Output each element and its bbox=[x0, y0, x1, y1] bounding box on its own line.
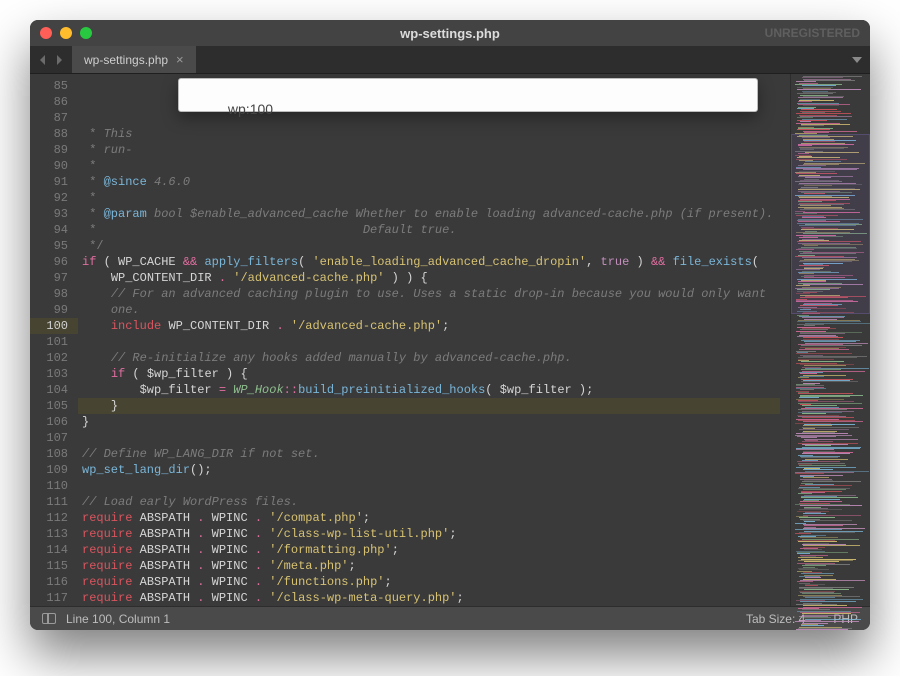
code-area[interactable]: wp:100 * This * run- * * @since 4.6.0 * … bbox=[78, 74, 790, 606]
line-number[interactable]: 116 bbox=[30, 574, 68, 590]
code-line[interactable]: // Load early WordPress files. bbox=[82, 494, 780, 510]
line-number[interactable]: 99 bbox=[30, 302, 68, 318]
line-number[interactable]: 110 bbox=[30, 478, 68, 494]
line-number[interactable]: 85 bbox=[30, 78, 68, 94]
line-number[interactable]: 90 bbox=[30, 158, 68, 174]
close-tab-icon[interactable]: × bbox=[176, 52, 184, 67]
code-line[interactable]: require ABSPATH . WPINC . '/class-wp-lis… bbox=[82, 526, 780, 542]
line-number[interactable]: 104 bbox=[30, 382, 68, 398]
tab-overflow-button[interactable] bbox=[844, 46, 870, 73]
code-line[interactable]: * @since 4.6.0 bbox=[82, 174, 780, 190]
line-number[interactable]: 88 bbox=[30, 126, 68, 142]
line-number[interactable]: 98 bbox=[30, 286, 68, 302]
status-tab-size[interactable]: Tab Size: 4 bbox=[746, 612, 805, 626]
line-number[interactable]: 107 bbox=[30, 430, 68, 446]
line-number[interactable]: 93 bbox=[30, 206, 68, 222]
code-line[interactable]: include WP_CONTENT_DIR . '/advanced-cach… bbox=[82, 318, 780, 334]
code-line[interactable]: * Default true. bbox=[82, 222, 780, 238]
line-number[interactable]: 115 bbox=[30, 558, 68, 574]
code-line[interactable]: * bbox=[82, 158, 780, 174]
window-title: wp-settings.php bbox=[30, 26, 870, 41]
code-line[interactable]: if ( $wp_filter ) { bbox=[82, 366, 780, 382]
goto-input[interactable]: wp:100 bbox=[178, 78, 758, 112]
code-line[interactable]: * @param bool $enable_advanced_cache Whe… bbox=[82, 206, 780, 222]
nav-back-button[interactable] bbox=[36, 53, 50, 67]
line-number[interactable]: 100 bbox=[30, 318, 78, 334]
nav-buttons bbox=[30, 46, 72, 73]
code-line[interactable]: // For an advanced caching plugin to use… bbox=[82, 286, 780, 302]
code-line[interactable]: * This bbox=[82, 126, 780, 142]
line-number[interactable]: 109 bbox=[30, 462, 68, 478]
tab-label: wp-settings.php bbox=[84, 53, 168, 67]
line-number[interactable]: 113 bbox=[30, 526, 68, 542]
code-line[interactable]: // Re-initialize any hooks added manuall… bbox=[82, 350, 780, 366]
code-line[interactable]: * bbox=[82, 190, 780, 206]
line-number[interactable]: 96 bbox=[30, 254, 68, 270]
code-line[interactable]: WP_CONTENT_DIR . '/advanced-cache.php' )… bbox=[82, 270, 780, 286]
line-number[interactable]: 95 bbox=[30, 238, 68, 254]
code-line[interactable]: $wp_filter = WP_Hook::build_preinitializ… bbox=[82, 382, 780, 398]
line-number[interactable]: 102 bbox=[30, 350, 68, 366]
line-number[interactable]: 92 bbox=[30, 190, 68, 206]
line-number[interactable]: 94 bbox=[30, 222, 68, 238]
code-line[interactable]: one. bbox=[82, 302, 780, 318]
line-number[interactable]: 112 bbox=[30, 510, 68, 526]
line-number[interactable]: 106 bbox=[30, 414, 68, 430]
code-line[interactable]: require ABSPATH . WPINC . '/compat.php'; bbox=[82, 510, 780, 526]
minimap[interactable] bbox=[790, 74, 870, 606]
code-line[interactable]: require ABSPATH . WPINC . '/functions.ph… bbox=[82, 574, 780, 590]
line-number-gutter[interactable]: 8586878889909192939495969798991001011021… bbox=[30, 74, 78, 606]
line-number[interactable]: 97 bbox=[30, 270, 68, 286]
code-line[interactable]: } bbox=[82, 414, 780, 430]
code-line[interactable]: require ABSPATH . WPINC . '/meta.php'; bbox=[82, 558, 780, 574]
line-number[interactable]: 105 bbox=[30, 398, 68, 414]
tab-wp-settings[interactable]: wp-settings.php × bbox=[72, 46, 197, 73]
code-line[interactable] bbox=[82, 478, 780, 494]
line-number[interactable]: 114 bbox=[30, 542, 68, 558]
line-number[interactable]: 117 bbox=[30, 590, 68, 606]
line-number[interactable]: 91 bbox=[30, 174, 68, 190]
code-line[interactable]: if ( WP_CACHE && apply_filters( 'enable_… bbox=[82, 254, 780, 270]
minimap-viewport[interactable] bbox=[791, 134, 870, 314]
line-number[interactable]: 103 bbox=[30, 366, 68, 382]
line-number[interactable]: 101 bbox=[30, 334, 68, 350]
editor-main: 8586878889909192939495969798991001011021… bbox=[30, 74, 870, 606]
panel-toggle-icon[interactable] bbox=[42, 613, 56, 624]
code-line[interactable]: * run- bbox=[82, 142, 780, 158]
code-line[interactable] bbox=[82, 334, 780, 350]
titlebar: wp-settings.php UNREGISTERED bbox=[30, 20, 870, 46]
status-bar: Line 100, Column 1 Tab Size: 4 PHP bbox=[30, 606, 870, 630]
line-number[interactable]: 89 bbox=[30, 142, 68, 158]
code-line[interactable]: require ABSPATH . WPINC . '/class-wp-met… bbox=[82, 590, 780, 606]
line-number[interactable]: 87 bbox=[30, 110, 68, 126]
nav-forward-button[interactable] bbox=[52, 53, 66, 67]
code-line[interactable]: // Define WP_LANG_DIR if not set. bbox=[82, 446, 780, 462]
tab-bar: wp-settings.php × bbox=[30, 46, 870, 74]
goto-value: wp:100 bbox=[228, 101, 273, 117]
code-line[interactable] bbox=[82, 430, 780, 446]
line-number[interactable]: 86 bbox=[30, 94, 68, 110]
code-line[interactable]: } bbox=[78, 398, 780, 414]
code-line[interactable]: */ bbox=[82, 238, 780, 254]
editor-pane[interactable]: 8586878889909192939495969798991001011021… bbox=[30, 74, 790, 606]
line-number[interactable]: 108 bbox=[30, 446, 68, 462]
code-line[interactable]: require ABSPATH . WPINC . '/formatting.p… bbox=[82, 542, 780, 558]
code-line[interactable]: wp_set_lang_dir(); bbox=[82, 462, 780, 478]
status-cursor[interactable]: Line 100, Column 1 bbox=[66, 612, 170, 626]
line-number[interactable]: 111 bbox=[30, 494, 68, 510]
editor-window: wp-settings.php UNREGISTERED wp-settings… bbox=[30, 20, 870, 630]
